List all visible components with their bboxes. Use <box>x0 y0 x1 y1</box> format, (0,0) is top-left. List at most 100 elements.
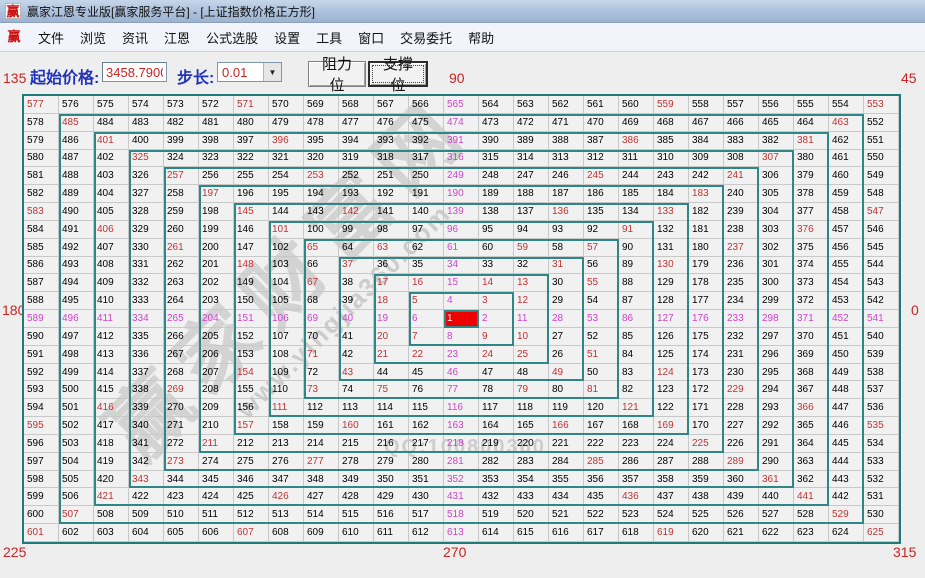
gann-cell[interactable]: 1 <box>444 310 479 328</box>
gann-cell[interactable]: 100 <box>304 221 339 239</box>
gann-cell[interactable]: 621 <box>724 524 759 542</box>
gann-cell[interactable]: 145 <box>234 203 269 221</box>
gann-cell[interactable]: 244 <box>619 167 654 185</box>
gann-cell[interactable]: 297 <box>759 328 794 346</box>
gann-cell[interactable]: 205 <box>199 328 234 346</box>
gann-cell[interactable]: 474 <box>444 114 479 132</box>
gann-cell[interactable]: 123 <box>654 381 689 399</box>
gann-cell[interactable]: 104 <box>269 274 304 292</box>
gann-cell[interactable]: 531 <box>864 488 899 506</box>
gann-cell[interactable]: 105 <box>269 292 304 310</box>
gann-cell[interactable]: 428 <box>339 488 374 506</box>
gann-cell[interactable]: 589 <box>24 310 59 328</box>
gann-cell[interactable]: 284 <box>549 453 584 471</box>
gann-cell[interactable]: 303 <box>759 221 794 239</box>
gann-cell[interactable]: 27 <box>549 328 584 346</box>
gann-cell[interactable]: 448 <box>829 381 864 399</box>
gann-cell[interactable]: 350 <box>374 471 409 489</box>
gann-cell[interactable]: 480 <box>234 114 269 132</box>
gann-cell[interactable]: 348 <box>304 471 339 489</box>
gann-cell[interactable]: 449 <box>829 364 864 382</box>
gann-cell[interactable]: 315 <box>479 150 514 168</box>
gann-cell[interactable]: 435 <box>584 488 619 506</box>
gann-cell[interactable]: 206 <box>199 346 234 364</box>
gann-cell[interactable]: 540 <box>864 328 899 346</box>
gann-cell[interactable]: 151 <box>234 310 269 328</box>
gann-cell[interactable]: 420 <box>94 471 129 489</box>
gann-cell[interactable]: 450 <box>829 346 864 364</box>
gann-cell[interactable]: 311 <box>619 150 654 168</box>
gann-cell[interactable]: 99 <box>339 221 374 239</box>
gann-cell[interactable]: 58 <box>549 239 584 257</box>
gann-cell[interactable]: 342 <box>129 453 164 471</box>
gann-cell[interactable]: 193 <box>339 185 374 203</box>
gann-cell[interactable]: 152 <box>234 328 269 346</box>
gann-cell[interactable]: 506 <box>59 488 94 506</box>
gann-cell[interactable]: 181 <box>689 221 724 239</box>
gann-cell[interactable]: 408 <box>94 257 129 275</box>
gann-cell[interactable]: 174 <box>689 346 724 364</box>
gann-cell[interactable]: 590 <box>24 328 59 346</box>
gann-cell[interactable]: 608 <box>269 524 304 542</box>
gann-cell[interactable]: 412 <box>94 328 129 346</box>
gann-cell[interactable]: 438 <box>689 488 724 506</box>
gann-cell[interactable]: 513 <box>269 506 304 524</box>
menu-item[interactable]: 工具 <box>308 25 350 50</box>
gann-cell[interactable]: 127 <box>654 310 689 328</box>
gann-cell[interactable]: 223 <box>619 435 654 453</box>
gann-cell[interactable]: 35 <box>409 257 444 275</box>
gann-cell[interactable]: 352 <box>444 471 479 489</box>
gann-cell[interactable]: 538 <box>864 364 899 382</box>
menu-item[interactable]: 帮助 <box>460 25 502 50</box>
gann-cell[interactable]: 31 <box>549 257 584 275</box>
gann-cell[interactable]: 485 <box>59 114 94 132</box>
gann-cell[interactable]: 357 <box>619 471 654 489</box>
gann-cell[interactable]: 269 <box>164 381 199 399</box>
gann-cell[interactable]: 564 <box>479 96 514 114</box>
gann-cell[interactable]: 418 <box>94 435 129 453</box>
gann-cell[interactable]: 238 <box>724 221 759 239</box>
gann-cell[interactable]: 530 <box>864 506 899 524</box>
gann-cell[interactable]: 383 <box>724 132 759 150</box>
gann-cell[interactable]: 301 <box>759 257 794 275</box>
gann-cell[interactable]: 391 <box>444 132 479 150</box>
gann-cell[interactable]: 125 <box>654 346 689 364</box>
gann-cell[interactable]: 579 <box>24 132 59 150</box>
gann-cell[interactable]: 139 <box>444 203 479 221</box>
gann-cell[interactable]: 42 <box>339 346 374 364</box>
gann-cell[interactable]: 334 <box>129 310 164 328</box>
gann-cell[interactable]: 550 <box>864 150 899 168</box>
gann-cell[interactable]: 120 <box>584 399 619 417</box>
gann-cell[interactable]: 453 <box>829 292 864 310</box>
gann-cell[interactable]: 122 <box>654 399 689 417</box>
gann-cell[interactable]: 330 <box>129 239 164 257</box>
gann-cell[interactable]: 602 <box>59 524 94 542</box>
gann-cell[interactable]: 305 <box>759 185 794 203</box>
gann-cell[interactable]: 15 <box>444 274 479 292</box>
gann-cell[interactable]: 556 <box>759 96 794 114</box>
gann-cell[interactable]: 50 <box>584 364 619 382</box>
gann-cell[interactable]: 514 <box>304 506 339 524</box>
menu-item[interactable]: 交易委托 <box>392 25 460 50</box>
gann-cell[interactable]: 447 <box>829 399 864 417</box>
gann-cell[interactable]: 363 <box>794 453 829 471</box>
gann-cell[interactable]: 267 <box>164 346 199 364</box>
gann-cell[interactable]: 351 <box>409 471 444 489</box>
gann-cell[interactable]: 587 <box>24 274 59 292</box>
gann-cell[interactable]: 19 <box>374 310 409 328</box>
gann-cell[interactable]: 130 <box>654 257 689 275</box>
step-combobox[interactable]: 0.01 ▼ <box>217 62 282 82</box>
gann-cell[interactable]: 2 <box>479 310 514 328</box>
gann-cell[interactable]: 457 <box>829 221 864 239</box>
gann-cell[interactable]: 195 <box>269 185 304 203</box>
gann-cell[interactable]: 479 <box>269 114 304 132</box>
gann-cell[interactable]: 599 <box>24 488 59 506</box>
gann-cell[interactable]: 551 <box>864 132 899 150</box>
gann-cell[interactable]: 572 <box>199 96 234 114</box>
gann-cell[interactable]: 406 <box>94 221 129 239</box>
gann-cell[interactable]: 439 <box>724 488 759 506</box>
gann-cell[interactable]: 312 <box>584 150 619 168</box>
gann-cell[interactable]: 410 <box>94 292 129 310</box>
gann-cell[interactable]: 221 <box>549 435 584 453</box>
gann-cell[interactable]: 557 <box>724 96 759 114</box>
